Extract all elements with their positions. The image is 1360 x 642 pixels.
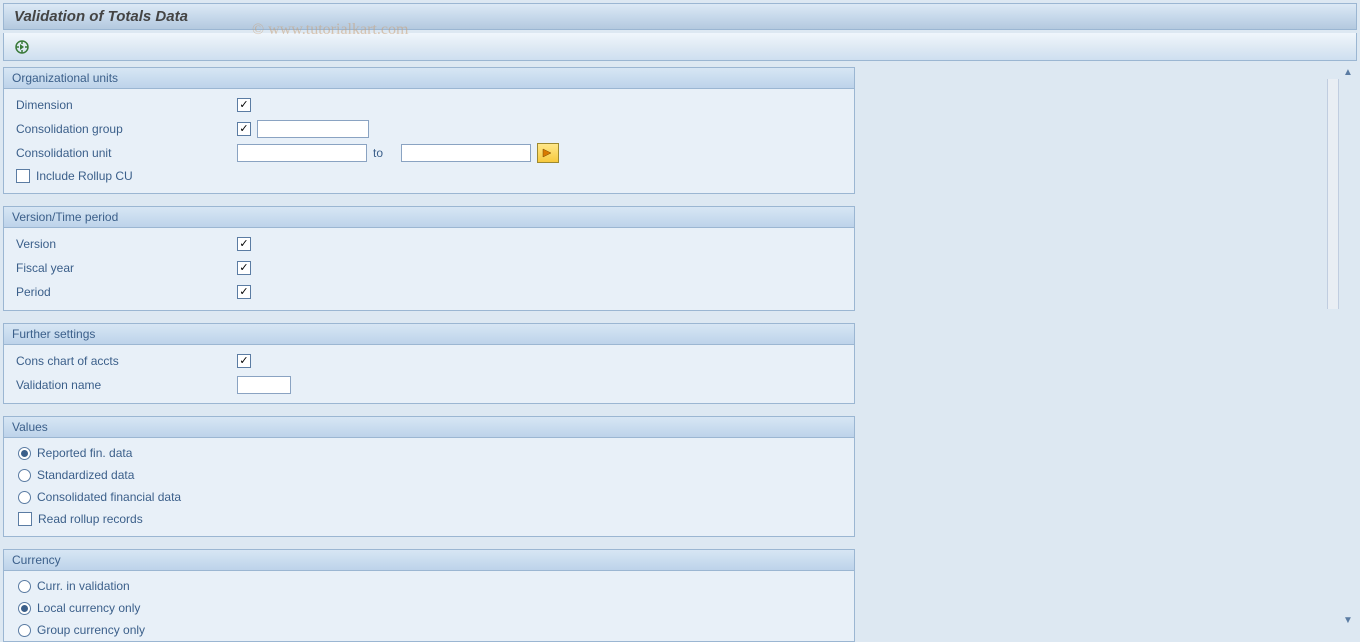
currency-radio-local[interactable]: Local currency only: [12, 597, 846, 619]
scroll-down-icon[interactable]: ▼: [1341, 615, 1355, 629]
currency-radio-group[interactable]: Group currency only: [12, 619, 846, 641]
period-checkbox[interactable]: ✓: [237, 285, 251, 299]
scroll-up-icon[interactable]: ▲: [1341, 67, 1355, 81]
dimension-label: Dimension: [12, 98, 237, 112]
validation-name-label: Validation name: [12, 378, 237, 392]
include-rollup-checkbox[interactable]: [16, 169, 30, 183]
group-header-currency: Currency: [4, 550, 854, 571]
version-label: Version: [12, 237, 237, 251]
right-empty-area: [859, 67, 1357, 627]
consolidation-group-checkbox[interactable]: ✓: [237, 122, 251, 136]
consolidated-label: Consolidated financial data: [37, 490, 181, 504]
period-label: Period: [12, 285, 237, 299]
content-column: Organizational units Dimension ✓ Consoli…: [3, 67, 859, 627]
values-radio-standardized[interactable]: Standardized data: [12, 464, 846, 486]
window-title: Validation of Totals Data: [14, 8, 188, 25]
group-version-time: Version/Time period Version ✓ Fiscal yea…: [3, 206, 855, 311]
include-rollup-label: Include Rollup CU: [36, 169, 133, 183]
window-title-bar: Validation of Totals Data: [3, 3, 1357, 30]
group-header-version: Version/Time period: [4, 207, 854, 228]
group-currency: Currency Curr. in validation Local curre…: [3, 549, 855, 642]
group-header-org: Organizational units: [4, 68, 854, 89]
to-label: to: [373, 146, 395, 160]
group-further-settings: Further settings Cons chart of accts ✓ V…: [3, 323, 855, 404]
currency-radio-validation[interactable]: Curr. in validation: [12, 575, 846, 597]
read-rollup-checkbox[interactable]: [18, 512, 32, 526]
multiple-selection-button[interactable]: [537, 143, 559, 163]
standardized-label: Standardized data: [37, 468, 134, 482]
fiscal-year-label: Fiscal year: [12, 261, 237, 275]
consolidation-unit-label: Consolidation unit: [12, 146, 237, 160]
group-only-label: Group currency only: [37, 623, 145, 637]
values-radio-reported[interactable]: Reported fin. data: [12, 442, 846, 464]
read-rollup-label: Read rollup records: [38, 512, 143, 526]
cons-chart-checkbox[interactable]: ✓: [237, 354, 251, 368]
local-only-label: Local currency only: [37, 601, 140, 615]
consolidation-unit-to-input[interactable]: [401, 144, 531, 162]
curr-validation-label: Curr. in validation: [37, 579, 130, 593]
group-header-further: Further settings: [4, 324, 854, 345]
consolidation-unit-from-input[interactable]: [237, 144, 367, 162]
version-checkbox[interactable]: ✓: [237, 237, 251, 251]
consolidation-group-input[interactable]: [257, 120, 369, 138]
execute-icon[interactable]: [14, 39, 30, 55]
body-area: Organizational units Dimension ✓ Consoli…: [3, 67, 1357, 627]
values-radio-consolidated[interactable]: Consolidated financial data: [12, 486, 846, 508]
reported-label: Reported fin. data: [37, 446, 132, 460]
consolidation-group-label: Consolidation group: [12, 122, 237, 136]
validation-name-input[interactable]: [237, 376, 291, 394]
group-header-values: Values: [4, 417, 854, 438]
toolbar: [3, 33, 1357, 61]
cons-chart-label: Cons chart of accts: [12, 354, 237, 368]
fiscal-year-checkbox[interactable]: ✓: [237, 261, 251, 275]
scrollbar-track[interactable]: [1327, 79, 1339, 309]
group-values: Values Reported fin. data Standardized d…: [3, 416, 855, 537]
dimension-checkbox[interactable]: ✓: [237, 98, 251, 112]
group-organizational-units: Organizational units Dimension ✓ Consoli…: [3, 67, 855, 194]
